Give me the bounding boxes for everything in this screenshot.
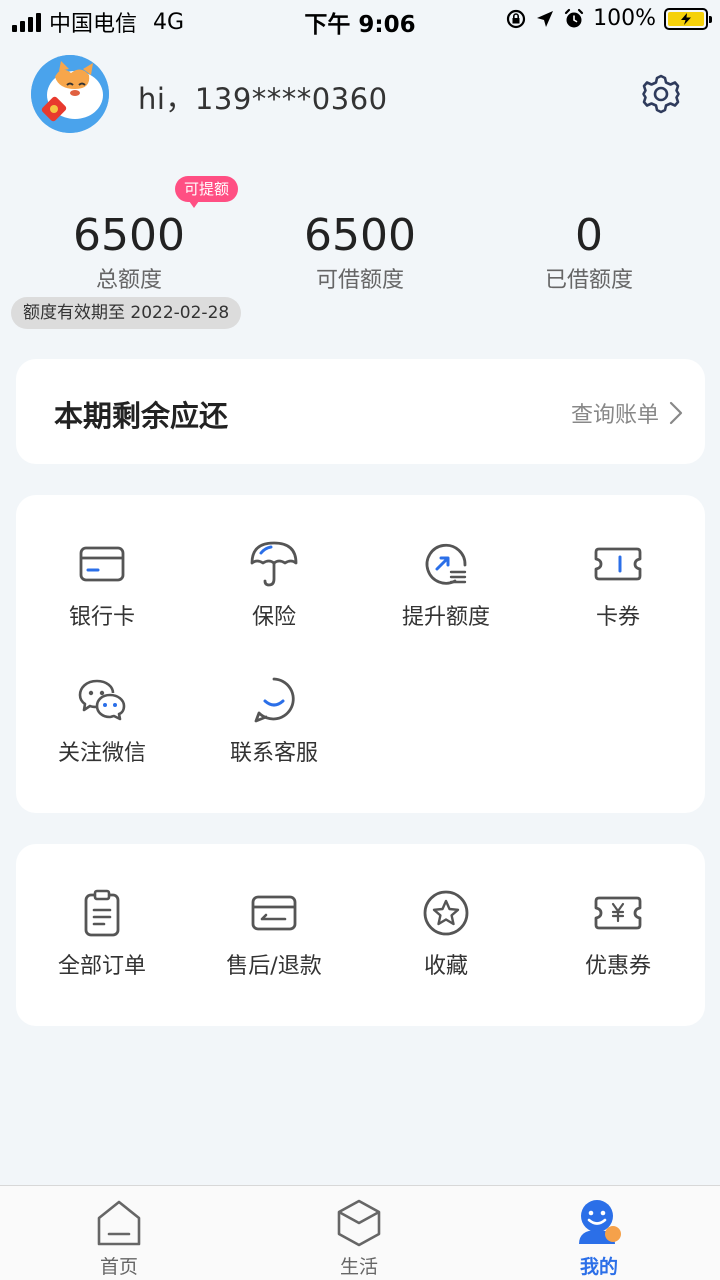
order-after-sales[interactable]: 售后/退款 xyxy=(188,888,360,980)
tab-home[interactable]: 首页 xyxy=(59,1198,179,1279)
borrowed-quota-value: 0 xyxy=(575,210,603,261)
order-label: 售后/退款 xyxy=(226,954,322,979)
service-raise-quota[interactable]: 提升额度 xyxy=(360,539,532,631)
available-quota: 6500 可借额度 xyxy=(245,210,475,294)
tab-label: 生活 xyxy=(339,1256,378,1278)
service-label: 银行卡 xyxy=(68,605,135,630)
service-label: 保险 xyxy=(251,605,296,630)
home-icon xyxy=(97,1200,141,1246)
raise-quota-badge[interactable]: 可提额 xyxy=(175,176,239,208)
available-quota-value: 6500 xyxy=(304,210,416,261)
service-contact-support[interactable]: 联系客服 xyxy=(188,675,360,767)
view-bill-link[interactable]: 查询账单 xyxy=(571,397,683,429)
total-quota-value: 6500 xyxy=(73,210,185,261)
borrowed-quota: 0 已借额度 xyxy=(474,210,704,294)
bank-card-icon xyxy=(79,546,125,582)
total-quota-label: 总额度 xyxy=(95,268,162,293)
wechat-icon xyxy=(78,679,126,721)
tab-label: 我的 xyxy=(579,1256,618,1278)
order-favorites[interactable]: 收藏 xyxy=(360,888,532,980)
repayment-card[interactable]: 本期剩余应还 查询账单 xyxy=(16,359,705,464)
chevron-right-icon xyxy=(669,401,683,425)
status-bar: 中国电信 4G 下午 9:06 100% xyxy=(0,0,720,40)
borrowed-quota-label: 已借额度 xyxy=(544,268,633,293)
service-label: 卡券 xyxy=(595,605,640,630)
tab-mine[interactable]: 我的 xyxy=(539,1198,659,1279)
order-label: 全部订单 xyxy=(57,954,146,979)
page: 中国电信 4G 下午 9:06 100% hi，139****0360 可提额 … xyxy=(0,0,720,1280)
tab-bar: 首页 生活 我的 xyxy=(0,1185,720,1280)
available-quota-label: 可借额度 xyxy=(315,268,404,293)
battery-icon xyxy=(664,7,712,30)
order-all[interactable]: 全部订单 xyxy=(16,888,188,980)
service-insurance[interactable]: 保险 xyxy=(188,539,360,631)
smile-icon xyxy=(254,677,295,723)
order-label: 优惠券 xyxy=(584,954,651,979)
battery-percent: 100% xyxy=(593,6,656,31)
refund-card-icon xyxy=(251,895,297,931)
mascot-avatar-image xyxy=(31,55,109,133)
location-icon xyxy=(537,10,554,27)
total-quota: 6500 总额度 xyxy=(14,210,244,294)
user-icon xyxy=(579,1200,621,1244)
service-label: 联系客服 xyxy=(229,741,318,766)
orders-card: 全部订单 售后/退款 收藏 优惠券 xyxy=(16,844,705,1026)
order-coupons[interactable]: 优惠券 xyxy=(532,888,704,980)
service-follow-wechat[interactable]: 关注微信 xyxy=(16,675,188,767)
avatar[interactable] xyxy=(31,55,109,133)
service-coupon[interactable]: 卡券 xyxy=(532,539,704,631)
clipboard-icon xyxy=(84,889,120,937)
service-label: 提升额度 xyxy=(401,605,490,630)
gauge-icon xyxy=(425,543,467,585)
quota-validity: 额度有效期至 2022-02-28 xyxy=(11,297,242,329)
view-bill-label: 查询账单 xyxy=(570,403,659,428)
user-greeting: hi，139****0360 xyxy=(138,82,388,116)
tab-life[interactable]: 生活 xyxy=(299,1198,419,1279)
box-icon xyxy=(337,1199,381,1247)
yen-coupon-icon xyxy=(594,896,642,930)
star-icon xyxy=(423,890,469,936)
rotation-lock-icon xyxy=(506,9,526,28)
umbrella-icon xyxy=(250,541,298,587)
tab-label: 首页 xyxy=(99,1256,138,1278)
alarm-icon xyxy=(564,8,584,27)
order-label: 收藏 xyxy=(423,954,468,979)
status-right: 100% xyxy=(505,6,712,31)
gear-icon[interactable] xyxy=(640,73,682,115)
ticket-icon xyxy=(594,547,642,581)
services-card: 银行卡 保险 提升额度 卡券 关注微信 联系客服 xyxy=(16,495,705,813)
service-bank-card[interactable]: 银行卡 xyxy=(16,539,188,631)
repayment-title: 本期剩余应还 xyxy=(54,399,229,433)
service-label: 关注微信 xyxy=(57,741,146,766)
